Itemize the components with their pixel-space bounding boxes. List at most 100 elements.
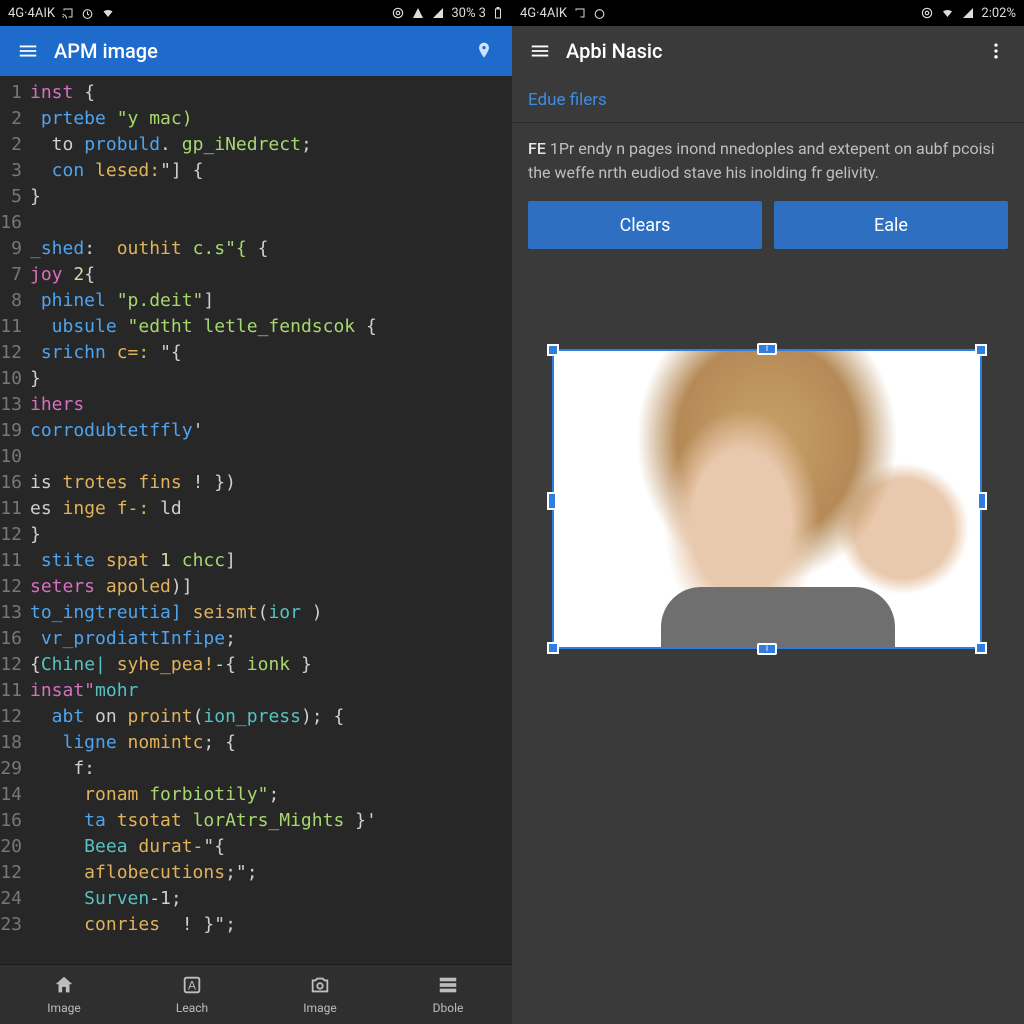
code-line[interactable]: 24 Surven-1; xyxy=(0,886,512,912)
code-content[interactable]: phinel "p.deit"] xyxy=(30,288,512,314)
code-editor[interactable]: 1inst {2 prtebe "y mac)2 to probuld. gp_… xyxy=(0,76,512,964)
line-number: 24 xyxy=(0,886,30,912)
code-content[interactable]: corrodubtetffly' xyxy=(30,418,512,444)
line-number: 16 xyxy=(0,470,30,496)
code-line[interactable]: 18 ligne nomintc; { xyxy=(0,730,512,756)
crop-handle-tr[interactable] xyxy=(975,344,987,356)
code-line[interactable]: 7joy 2{ xyxy=(0,262,512,288)
screen-image-editor: 4G·4AIK 2:02% Apbi Nasic Edue filers xyxy=(512,0,1024,1024)
code-line[interactable]: 13ihers xyxy=(0,392,512,418)
code-content[interactable]: _shed: outhit c.s"{ { xyxy=(30,236,512,262)
code-content[interactable]: con lesed:"] { xyxy=(30,158,512,184)
cast-icon xyxy=(61,7,75,19)
line-number: 11 xyxy=(0,548,30,574)
code-line[interactable]: 12seters apoled)] xyxy=(0,574,512,600)
code-content[interactable]: } xyxy=(30,184,512,210)
code-content[interactable]: abt on proint(ion_press); { xyxy=(30,704,512,730)
code-content[interactable]: ronam forbiotily"; xyxy=(30,782,512,808)
code-line[interactable]: 11insat"mohr xyxy=(0,678,512,704)
code-line[interactable]: 10 xyxy=(0,444,512,470)
code-content[interactable]: f: xyxy=(30,756,512,782)
code-content[interactable]: srichn c=: "{ xyxy=(30,340,512,366)
code-line[interactable]: 16 ta tsotat lorAtrs_Mights }' xyxy=(0,808,512,834)
code-content[interactable]: to_ingtreutia] seismt(ior ) xyxy=(30,600,512,626)
code-line[interactable]: 8 phinel "p.deit"] xyxy=(0,288,512,314)
code-line[interactable]: 11 stite spat 1 chcc] xyxy=(0,548,512,574)
crop-handle-tl[interactable] xyxy=(547,344,559,356)
code-content[interactable]: Beea durat-"{ xyxy=(30,834,512,860)
code-line[interactable]: 10} xyxy=(0,366,512,392)
code-line[interactable]: 11es inge f-: ld xyxy=(0,496,512,522)
code-line[interactable]: 12 aflobecutions;"; xyxy=(0,860,512,886)
code-content[interactable]: joy 2{ xyxy=(30,262,512,288)
code-line[interactable]: 29 f: xyxy=(0,756,512,782)
crop-frame[interactable]: i i xyxy=(552,349,982,649)
code-content[interactable]: ta tsotat lorAtrs_Mights }' xyxy=(30,808,512,834)
code-line[interactable]: 2 to probuld. gp_iNedrect; xyxy=(0,132,512,158)
code-content[interactable]: vr_prodiattInfipe; xyxy=(30,626,512,652)
code-line[interactable]: 23 conries ! }"; xyxy=(0,912,512,938)
code-line[interactable]: 16 vr_prodiattInfipe; xyxy=(0,626,512,652)
nav-item-image[interactable]: Image xyxy=(256,965,384,1024)
code-content[interactable]: ubsule "edtht letle_fendscok { xyxy=(30,314,512,340)
code-content[interactable]: is trotes fins ! }) xyxy=(30,470,512,496)
code-line[interactable]: 20 Beea durat-"{ xyxy=(0,834,512,860)
crop-handle-br[interactable] xyxy=(975,642,987,654)
code-line[interactable]: 5} xyxy=(0,184,512,210)
code-content[interactable]: prtebe "y mac) xyxy=(30,106,512,132)
crop-handle-bl[interactable] xyxy=(547,642,559,654)
code-line[interactable]: 12 srichn c=: "{ xyxy=(0,340,512,366)
code-content[interactable]: ihers xyxy=(30,392,512,418)
nav-item-image[interactable]: Image xyxy=(0,965,128,1024)
code-line[interactable]: 13to_ingtreutia] seismt(ior ) xyxy=(0,600,512,626)
code-content[interactable]: ligne nomintc; { xyxy=(30,730,512,756)
code-content[interactable]: } xyxy=(30,522,512,548)
code-line[interactable]: 19corrodubtetffly' xyxy=(0,418,512,444)
code-content[interactable]: aflobecutions;"; xyxy=(30,860,512,886)
code-line[interactable]: 16is trotes fins ! }) xyxy=(0,470,512,496)
line-number: 14 xyxy=(0,782,30,808)
code-content[interactable]: insat"mohr xyxy=(30,678,512,704)
code-content[interactable]: es inge f-: ld xyxy=(30,496,512,522)
crop-handle-mb[interactable]: i xyxy=(757,643,777,655)
crop-handle-mt[interactable]: i xyxy=(757,343,777,355)
apply-button[interactable]: Eale xyxy=(774,201,1008,249)
target-icon xyxy=(391,6,405,20)
crop-handle-ml[interactable] xyxy=(547,492,557,510)
code-line[interactable]: 1inst { xyxy=(0,80,512,106)
code-content[interactable]: seters apoled)] xyxy=(30,574,512,600)
code-line[interactable]: 11 ubsule "edtht letle_fendscok { xyxy=(0,314,512,340)
nav-item-leach[interactable]: ALeach xyxy=(128,965,256,1024)
code-content[interactable] xyxy=(30,210,512,236)
map-pin-icon[interactable] xyxy=(468,41,500,61)
code-content[interactable]: } xyxy=(30,366,512,392)
font-icon: A xyxy=(181,974,203,999)
hamburger-menu-button[interactable] xyxy=(524,40,556,62)
code-content[interactable]: conries ! }"; xyxy=(30,912,512,938)
nav-item-dbole[interactable]: Dbole xyxy=(384,965,512,1024)
clear-button[interactable]: Clears xyxy=(528,201,762,249)
code-content[interactable]: inst { xyxy=(30,80,512,106)
line-number: 19 xyxy=(0,418,30,444)
code-content[interactable]: to probuld. gp_iNedrect; xyxy=(30,132,512,158)
network-label: 4G·4AIK xyxy=(520,6,567,21)
overflow-menu-button[interactable] xyxy=(980,41,1012,61)
code-line[interactable]: 12{Chine| syhe_pea!-{ ionk } xyxy=(0,652,512,678)
code-line[interactable]: 14 ronam forbiotily"; xyxy=(0,782,512,808)
line-number: 2 xyxy=(0,106,30,132)
line-number: 1 xyxy=(0,80,30,106)
hamburger-menu-button[interactable] xyxy=(12,40,44,62)
desc-body: 1Pr endy n pages inond nnedoples and ext… xyxy=(528,139,995,182)
code-content[interactable] xyxy=(30,444,512,470)
code-line[interactable]: 12 abt on proint(ion_press); { xyxy=(0,704,512,730)
code-line[interactable]: 3 con lesed:"] { xyxy=(0,158,512,184)
code-line[interactable]: 9_shed: outhit c.s"{ { xyxy=(0,236,512,262)
line-number: 13 xyxy=(0,600,30,626)
code-content[interactable]: {Chine| syhe_pea!-{ ionk } xyxy=(30,652,512,678)
code-line[interactable]: 12} xyxy=(0,522,512,548)
code-line[interactable]: 2 prtebe "y mac) xyxy=(0,106,512,132)
code-content[interactable]: stite spat 1 chcc] xyxy=(30,548,512,574)
crop-handle-mr[interactable] xyxy=(977,492,987,510)
code-content[interactable]: Surven-1; xyxy=(30,886,512,912)
code-line[interactable]: 16 xyxy=(0,210,512,236)
